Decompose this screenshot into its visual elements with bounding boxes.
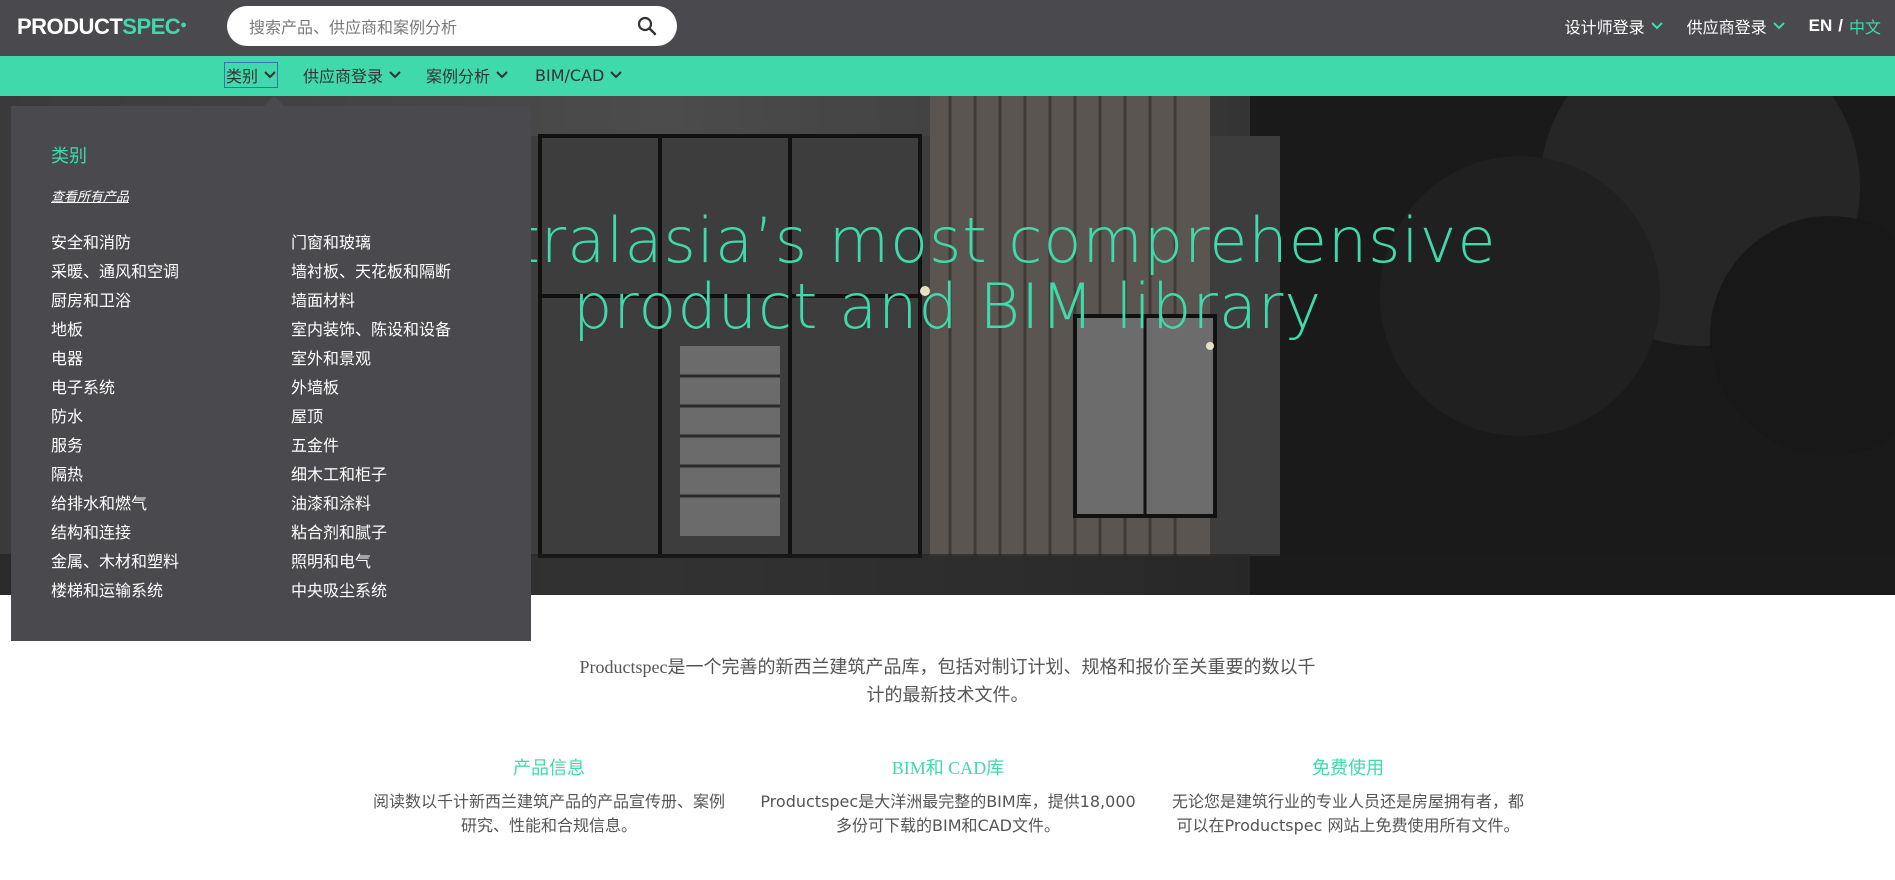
nav-bim-cad-label: BIM/CAD	[535, 65, 605, 85]
category-link[interactable]: 墙衬板、天花板和隔断	[291, 257, 451, 286]
category-link[interactable]: 电子系统	[51, 373, 179, 402]
category-link[interactable]: 墙面材料	[291, 286, 451, 315]
feature-bim-cad-library: BIM和 CAD库 Productspec是大洋洲最完整的BIM库，提供18,0…	[758, 756, 1138, 838]
top-right-menus: 设计师登录 供应商登录 EN / 中文	[1565, 14, 1881, 38]
designer-login-menu[interactable]: 设计师登录	[1565, 14, 1663, 38]
intro-paragraph: Productspec是一个完善的新西兰建筑产品库，包括对制订计划、规格和报价至…	[560, 653, 1335, 709]
nav-categories-label: 类别	[226, 67, 259, 86]
intro-line1: Productspec是一个完善的新西兰建筑产品库，包括对制订计划、规格和报价至…	[579, 657, 1316, 677]
feature-title: 免费使用	[1312, 758, 1384, 778]
chevron-down-icon	[264, 71, 276, 79]
feature-product-info: 产品信息 阅读数以千计新西兰建筑产品的产品宣传册、案例 研究、性能和合规信息。	[359, 756, 739, 838]
category-link[interactable]: 防水	[51, 402, 179, 431]
feature-text: Productspec是大洋洲最完整的BIM库，提供18,000 多份可下载的B…	[758, 790, 1138, 838]
lang-separator: /	[1838, 16, 1843, 35]
lang-zh-link[interactable]: 中文	[1849, 14, 1881, 38]
category-link[interactable]: 外墙板	[291, 373, 451, 402]
feature-text-line: 阅读数以千计新西兰建筑产品的产品宣传册、案例	[372, 792, 725, 811]
nav-case-studies[interactable]: 案例分析	[426, 64, 508, 86]
categories-dropdown: 类别 查看所有产品 安全和消防 采暖、通风和空调 厨房和卫浴 地板 电器 电子系…	[11, 106, 531, 641]
category-link[interactable]: 油漆和涂料	[291, 489, 451, 518]
logo-spec: SPEC	[122, 14, 181, 39]
category-link[interactable]: 室外和景观	[291, 344, 451, 373]
main-nav: 类别 供应商登录 案例分析 BIM/CAD	[0, 56, 1895, 96]
dropdown-pointer	[264, 96, 284, 106]
category-link[interactable]: 给排水和燃气	[51, 489, 179, 518]
nav-categories[interactable]: 类别	[223, 62, 279, 88]
logo-dot-icon: ●	[180, 19, 187, 31]
feature-free-use: 免费使用 无论您是建筑行业的专业人员还是房屋拥有者，都 可以在Productsp…	[1158, 756, 1538, 838]
nav-bim-cad[interactable]: BIM/CAD	[535, 64, 623, 86]
view-all-products-link[interactable]: 查看所有产品	[51, 186, 129, 205]
intro-line2: 计的最新技术文件。	[866, 685, 1029, 705]
category-link[interactable]: 服务	[51, 431, 179, 460]
category-link[interactable]: 电器	[51, 344, 179, 373]
logo-product: PRODUCT	[17, 14, 123, 39]
category-link[interactable]: 结构和连接	[51, 518, 179, 547]
nav-supplier-login[interactable]: 供应商登录	[303, 64, 401, 86]
category-link[interactable]: 楼梯和运输系统	[51, 576, 179, 605]
category-link[interactable]: 门窗和玻璃	[291, 228, 451, 257]
designer-login-label: 设计师登录	[1564, 18, 1645, 37]
category-link[interactable]: 地板	[51, 315, 179, 344]
feature-text-line: 可以在Productspec 网站上免费使用所有文件。	[1176, 816, 1520, 835]
chevron-down-icon	[496, 71, 508, 79]
category-link[interactable]: 中央吸尘系统	[291, 576, 451, 605]
feature-text-line: 无论您是建筑行业的专业人员还是房屋拥有者，都	[1171, 792, 1524, 811]
productspec-logo[interactable]: PRODUCTSPEC●	[17, 14, 187, 40]
feature-title: BIM和 CAD库	[891, 758, 1005, 778]
nav-case-studies-label: 案例分析	[426, 67, 491, 86]
search-input[interactable]	[247, 15, 631, 39]
feature-text-line: 研究、性能和合规信息。	[460, 816, 637, 835]
supplier-login-label: 供应商登录	[1686, 18, 1767, 37]
chevron-down-icon	[1650, 22, 1663, 30]
category-link[interactable]: 金属、木材和塑料	[51, 547, 179, 576]
nav-supplier-login-label: 供应商登录	[303, 67, 384, 86]
chevron-down-icon	[389, 71, 401, 79]
chevron-down-icon	[1772, 22, 1785, 30]
category-link[interactable]: 照明和电气	[291, 547, 451, 576]
category-column-1: 安全和消防 采暖、通风和空调 厨房和卫浴 地板 电器 电子系统 防水 服务 隔热…	[51, 228, 179, 605]
chevron-down-icon	[610, 71, 623, 79]
category-link[interactable]: 屋顶	[291, 402, 451, 431]
category-link[interactable]: 五金件	[291, 431, 451, 460]
category-link[interactable]: 隔热	[51, 460, 179, 489]
feature-text: 阅读数以千计新西兰建筑产品的产品宣传册、案例 研究、性能和合规信息。	[359, 790, 739, 838]
search-icon[interactable]	[637, 16, 657, 36]
search-box	[227, 6, 677, 46]
feature-text-line: 多份可下载的BIM和CAD文件。	[836, 816, 1060, 835]
supplier-login-menu[interactable]: 供应商登录	[1687, 14, 1785, 38]
dropdown-title: 类别	[51, 146, 87, 167]
feature-text-line: Productspec是大洋洲最完整的BIM库，提供18,000	[760, 792, 1136, 811]
feature-title: 产品信息	[513, 758, 585, 778]
category-link[interactable]: 粘合剂和腻子	[291, 518, 451, 547]
category-column-2: 门窗和玻璃 墙衬板、天花板和隔断 墙面材料 室内装饰、陈设和设备 室外和景观 外…	[291, 228, 451, 605]
top-bar: PRODUCTSPEC● 设计师登录 供应商登录 EN / 中文	[0, 0, 1895, 56]
category-link[interactable]: 采暖、通风和空调	[51, 257, 179, 286]
category-link[interactable]: 厨房和卫浴	[51, 286, 179, 315]
language-switcher: EN / 中文	[1809, 14, 1881, 38]
category-link[interactable]: 细木工和柜子	[291, 460, 451, 489]
feature-text: 无论您是建筑行业的专业人员还是房屋拥有者，都 可以在Productspec 网站…	[1158, 790, 1538, 838]
category-link[interactable]: 室内装饰、陈设和设备	[291, 315, 451, 344]
lang-en-link[interactable]: EN	[1809, 16, 1833, 36]
category-link[interactable]: 安全和消防	[51, 228, 179, 257]
